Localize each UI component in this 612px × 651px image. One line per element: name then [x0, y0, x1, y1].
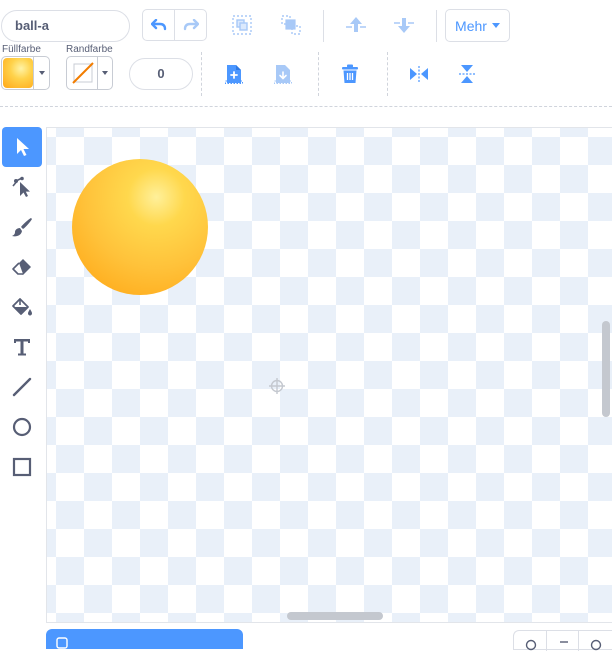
more-button[interactable]: Mehr [445, 9, 510, 42]
outline-swatch [69, 58, 97, 88]
chevron-down-icon [491, 23, 500, 28]
select-tool[interactable] [2, 127, 42, 167]
outline-dropdown-arrow[interactable] [97, 57, 112, 89]
toolbar-divider [436, 10, 437, 42]
zoom-in-button[interactable] [579, 631, 612, 651]
group-icon [232, 15, 252, 35]
flip-horizontal-icon [410, 66, 428, 82]
toolbar-divider [387, 52, 388, 96]
chevron-down-icon [102, 71, 108, 75]
forward-button[interactable] [340, 9, 372, 41]
paint-bucket-icon [12, 298, 32, 316]
circle-tool[interactable] [2, 407, 42, 447]
delete-button[interactable] [334, 58, 366, 90]
fill-swatch [3, 58, 33, 88]
equals-icon [559, 641, 568, 643]
flip-vertical-icon [459, 65, 475, 83]
brush-tool[interactable] [2, 207, 42, 247]
copy-icon [225, 65, 243, 84]
text-tool[interactable] [2, 327, 42, 367]
ungroup-button[interactable] [275, 9, 307, 41]
flip-horizontal-button[interactable] [403, 58, 435, 90]
no-color-icon [72, 62, 94, 84]
paste-button[interactable] [267, 58, 299, 90]
fill-label: Füllfarbe [2, 44, 41, 55]
undo-button[interactable] [142, 9, 175, 41]
toolbar-divider [323, 10, 324, 42]
paste-icon [274, 65, 292, 84]
chevron-down-icon [38, 71, 45, 75]
zoom-reset-button[interactable] [547, 631, 580, 651]
zoom-out-icon [525, 639, 537, 651]
redo-button[interactable] [174, 9, 207, 41]
ungroup-icon [281, 15, 301, 35]
text-icon [14, 339, 30, 356]
backward-button[interactable] [388, 9, 420, 41]
vertical-scrollbar[interactable] [602, 321, 610, 417]
brush-icon [12, 218, 32, 237]
fill-color-picker[interactable] [1, 56, 50, 90]
rectangle-icon [12, 457, 32, 477]
zoom-out-button[interactable] [514, 631, 547, 651]
flip-vertical-button[interactable] [451, 58, 483, 90]
reshape-tool[interactable] [2, 167, 42, 207]
line-tool[interactable] [2, 367, 42, 407]
outline-width-input[interactable]: 0 [129, 58, 193, 90]
rectangle-tool[interactable] [2, 447, 42, 487]
line-icon [12, 377, 32, 397]
crosshair-icon [269, 378, 285, 394]
more-label: Mehr [455, 17, 487, 34]
convert-bitmap-button[interactable] [46, 629, 243, 649]
outline-color-picker[interactable] [66, 56, 113, 90]
bitmap-icon [56, 637, 68, 649]
undo-icon [150, 19, 166, 31]
fill-dropdown-arrow[interactable] [33, 57, 49, 89]
trash-icon [342, 64, 358, 83]
fill-tool[interactable] [2, 287, 42, 327]
copy-button[interactable] [218, 58, 250, 90]
costume-name-input[interactable]: ball-a [1, 10, 130, 42]
eraser-tool[interactable] [2, 247, 42, 287]
eraser-icon [12, 259, 31, 275]
arrow-down-icon [394, 18, 414, 33]
group-button[interactable] [226, 9, 258, 41]
toolbar-divider [318, 52, 319, 96]
outline-label: Randfarbe [66, 44, 113, 55]
ball-costume-shape[interactable] [72, 159, 208, 295]
toolbar-bottom-divider [0, 106, 612, 107]
zoom-in-icon [591, 639, 602, 651]
redo-icon [183, 19, 199, 31]
arrow-up-icon [346, 17, 366, 32]
toolbar-divider [201, 52, 202, 96]
reshape-icon [12, 176, 30, 197]
circle-icon [12, 417, 32, 437]
horizontal-scrollbar[interactable] [287, 612, 383, 620]
zoom-controls [513, 630, 612, 651]
arrow-cursor-icon [17, 138, 29, 156]
